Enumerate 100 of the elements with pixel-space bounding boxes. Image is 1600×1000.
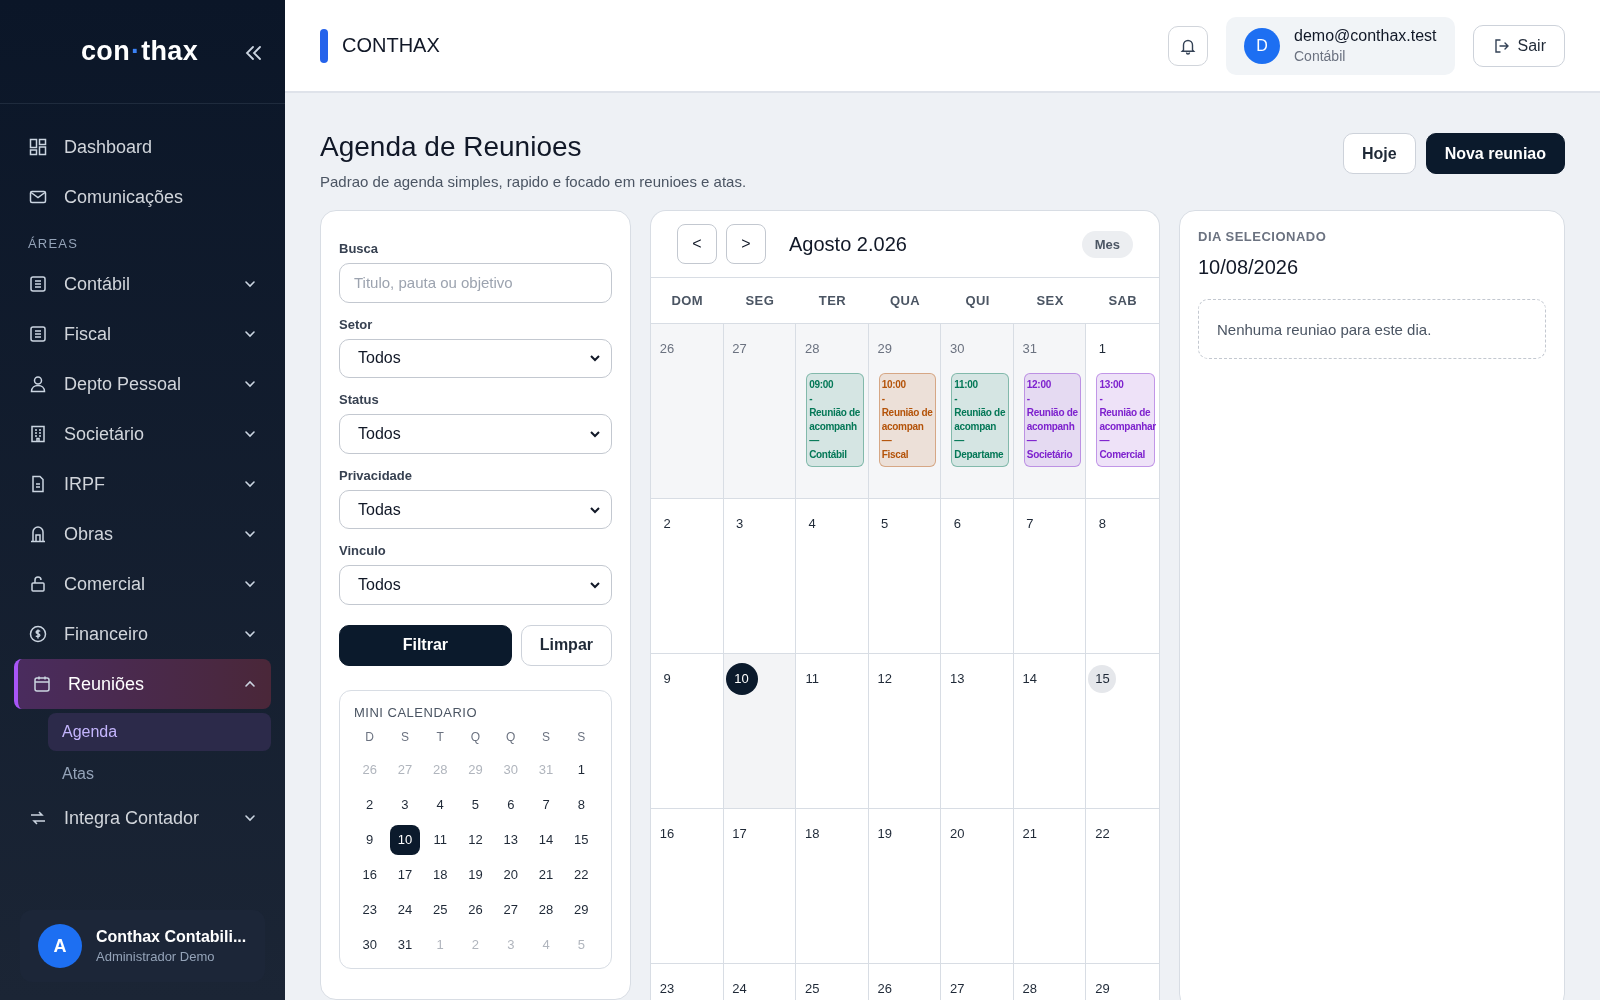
submenu-item[interactable]: Atas <box>48 755 271 793</box>
nav-item[interactable]: Contábil <box>14 259 271 309</box>
event-chip[interactable]: 09:00 - Reunião de acompanh — Contábil <box>806 372 864 467</box>
select-field[interactable]: Todos <box>339 414 612 454</box>
mini-calendar-day[interactable]: 25 <box>425 894 456 925</box>
mini-calendar-day[interactable]: 29 <box>566 894 597 925</box>
day-cell[interactable]: 23 <box>651 964 724 1000</box>
nav-item[interactable]: Integra Contador <box>14 793 271 843</box>
nav-item[interactable]: Comercial <box>14 559 271 609</box>
event-chip[interactable]: 10:00 - Reunião de acompan — Fiscal <box>878 372 937 467</box>
day-cell[interactable]: 19 <box>868 809 942 964</box>
day-cell[interactable]: 30 11:00 - Reunião de acompan — Departame <box>941 324 1014 499</box>
mini-calendar-day[interactable]: 18 <box>425 859 456 890</box>
clear-button[interactable]: Limpar <box>520 624 612 666</box>
previous-button[interactable]: < <box>677 224 717 264</box>
next-button[interactable]: > <box>726 224 766 264</box>
mini-calendar-day[interactable]: 4 <box>425 789 456 820</box>
event-chip[interactable]: 11:00 - Reunião de acompan — Departame <box>951 372 1009 467</box>
day-cell[interactable]: 28 09:00 - Reunião de acompanh — Contábil <box>796 324 869 499</box>
mini-calendar-day[interactable]: 22 <box>566 859 597 890</box>
day-cell[interactable]: 25 <box>796 964 869 1000</box>
event-chip[interactable]: 13:00 - Reunião de acompanhar — Comercial <box>1096 372 1155 467</box>
mini-calendar-day[interactable]: 14 <box>531 824 562 855</box>
day-cell[interactable]: 26 <box>868 964 942 1000</box>
day-cell[interactable]: 16 <box>651 809 724 964</box>
day-cell[interactable]: 21 <box>1013 809 1087 964</box>
day-cell[interactable]: 11 <box>796 654 869 809</box>
nav-item[interactable]: IRPF <box>14 459 271 509</box>
day-cell[interactable]: 24 <box>723 964 797 1000</box>
nav-item[interactable]: Reuniões <box>14 659 271 709</box>
mini-calendar-day[interactable]: 31 <box>389 929 420 960</box>
day-cell[interactable]: 5 <box>868 499 942 654</box>
day-cell[interactable]: 8 <box>1086 499 1159 654</box>
day-cell[interactable]: 29 10:00 - Reunião de acompan — Fiscal <box>868 324 942 499</box>
mini-calendar-day[interactable]: 15 <box>566 824 597 855</box>
user-chip[interactable]: D demo@conthax.test Contábil <box>1226 16 1455 75</box>
mini-calendar-day[interactable]: 9 <box>354 824 385 855</box>
nav-item[interactable]: Fiscal <box>14 309 271 359</box>
day-cell[interactable]: 27 <box>941 964 1014 1000</box>
view-toggle[interactable]: Mes <box>1081 230 1133 258</box>
mini-calendar-day[interactable]: 1 <box>566 754 597 785</box>
day-cell[interactable]: 31 12:00 - Reunião de acompanh — Societário <box>1013 324 1087 499</box>
mini-calendar-day[interactable]: 30 <box>354 929 385 960</box>
mini-calendar-day[interactable]: 19 <box>460 859 491 890</box>
mini-calendar-day[interactable]: 23 <box>354 894 385 925</box>
mini-calendar-day[interactable]: 28 <box>531 894 562 925</box>
mini-calendar-day[interactable]: 10 <box>389 824 420 855</box>
mini-calendar-day[interactable]: 27 <box>495 894 526 925</box>
user-card[interactable]: A Conthax Contabili... Administrador Demo <box>20 910 265 982</box>
day-cell[interactable]: 17 <box>723 809 797 964</box>
day-cell[interactable]: 2 <box>651 499 724 654</box>
new-meeting-button[interactable]: Nova reuniao <box>1425 133 1565 174</box>
event-chip[interactable]: 12:00 - Reunião de acompanh — Societário <box>1023 372 1082 467</box>
mini-calendar-day[interactable]: 3 <box>389 789 420 820</box>
mini-calendar-day[interactable]: 17 <box>389 859 420 890</box>
collapse-icon[interactable] <box>243 44 263 62</box>
nav-item[interactable]: Dashboard <box>14 122 271 172</box>
day-cell[interactable]: 15 <box>1086 654 1159 809</box>
select-field[interactable]: Todos <box>339 338 612 379</box>
day-cell[interactable]: 20 <box>941 809 1014 964</box>
today-button[interactable]: Hoje <box>1342 133 1416 174</box>
select-field[interactable]: Todos <box>339 565 612 605</box>
day-cell[interactable]: 1 13:00 - Reunião de acompanhar — Comercial <box>1086 324 1159 499</box>
mini-calendar-day[interactable]: 8 <box>566 789 597 820</box>
notification-button[interactable] <box>1168 25 1208 66</box>
day-cell[interactable]: 18 <box>796 809 869 964</box>
mini-calendar-day[interactable]: 24 <box>389 894 420 925</box>
day-cell[interactable]: 13 <box>941 654 1014 809</box>
day-cell[interactable]: 4 <box>796 499 869 654</box>
mini-calendar-day[interactable]: 21 <box>531 859 562 890</box>
mini-calendar-day[interactable]: 16 <box>354 859 385 890</box>
nav-item[interactable]: Financeiro <box>14 609 271 659</box>
mini-calendar-day[interactable]: 13 <box>495 824 526 855</box>
day-cell[interactable]: 10 <box>723 654 797 809</box>
day-cell[interactable]: 12 <box>868 654 942 809</box>
mini-calendar-day[interactable]: 6 <box>495 789 526 820</box>
nav-item[interactable]: Depto Pessoal <box>14 359 271 409</box>
day-cell[interactable]: 7 <box>1013 499 1087 654</box>
mini-calendar-day[interactable]: 7 <box>531 789 562 820</box>
nav-item[interactable]: Societário <box>14 409 271 459</box>
day-cell[interactable]: 26 <box>651 324 724 499</box>
nav-item[interactable]: Obras <box>14 509 271 559</box>
day-cell[interactable]: 6 <box>941 499 1014 654</box>
day-cell[interactable]: 28 <box>1013 964 1087 1000</box>
mini-calendar-day[interactable]: 20 <box>495 859 526 890</box>
day-cell[interactable]: 22 <box>1086 809 1159 964</box>
day-cell[interactable]: 9 <box>651 654 724 809</box>
filter-button[interactable]: Filtrar <box>339 624 512 666</box>
mini-calendar-day[interactable]: 12 <box>460 824 491 855</box>
day-cell[interactable]: 27 <box>723 324 797 499</box>
mini-calendar-day[interactable]: 5 <box>460 789 491 820</box>
mini-calendar-day[interactable]: 11 <box>425 824 456 855</box>
day-cell[interactable]: 29 <box>1086 964 1159 1000</box>
mini-calendar-day[interactable]: 2 <box>354 789 385 820</box>
day-cell[interactable]: 14 <box>1013 654 1087 809</box>
submenu-item[interactable]: Agenda <box>48 713 271 751</box>
mini-calendar-day[interactable]: 26 <box>460 894 491 925</box>
search-field[interactable]: Titulo, pauta ou objetivo <box>339 263 612 303</box>
select-field[interactable]: Todas <box>339 489 612 530</box>
nav-item[interactable]: Comunicações <box>14 172 271 222</box>
